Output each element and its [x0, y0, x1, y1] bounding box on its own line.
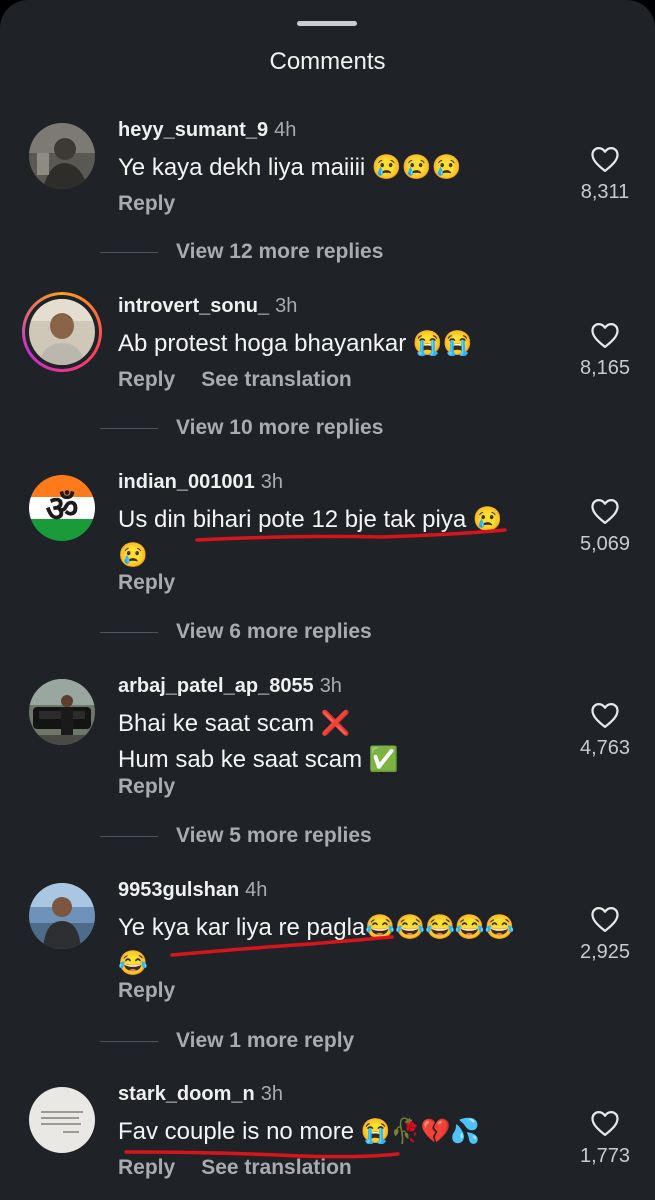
timestamp: 4h — [274, 119, 297, 141]
see-translation-button[interactable]: See translation — [201, 368, 352, 391]
comment-actions: Reply — [118, 192, 175, 216]
timestamp: 3h — [319, 675, 342, 697]
replies-divider — [100, 632, 158, 633]
view-replies-label[interactable]: View 1 more reply — [176, 1029, 354, 1053]
username[interactable]: 9953gulshan — [118, 879, 239, 901]
heart-outline-icon — [591, 323, 619, 348]
like-count: 4,763 — [579, 737, 631, 759]
avatar[interactable] — [29, 679, 95, 745]
comment-meta: 9953gulshan 4h — [118, 879, 267, 902]
username[interactable]: arbaj_patel_ap_8055 — [118, 675, 314, 697]
reply-button[interactable]: Reply — [118, 775, 175, 798]
like-button[interactable]: 4,763 — [575, 701, 635, 760]
see-translation-button[interactable]: See translation — [201, 1156, 352, 1179]
timestamp: 4h — [245, 879, 268, 901]
view-replies-label[interactable]: View 10 more replies — [176, 416, 383, 440]
heart-outline-icon — [591, 1111, 619, 1136]
username[interactable]: stark_doom_n — [118, 1083, 255, 1105]
username[interactable]: heyy_sumant_9 — [118, 119, 268, 141]
reply-button[interactable]: Reply — [118, 571, 175, 594]
reply-button[interactable]: Reply — [118, 1156, 175, 1179]
comment-actions: Reply See translation — [118, 1156, 352, 1180]
view-replies-label[interactable]: View 6 more replies — [176, 620, 372, 644]
avatar[interactable] — [29, 1087, 95, 1153]
replies-divider — [100, 252, 158, 253]
comment-text: Ye kya kar liya re pagla😂😂😂😂😂 😂 — [118, 914, 515, 977]
like-button[interactable]: 5,069 — [575, 497, 635, 556]
heart-outline-icon — [591, 499, 619, 524]
drag-handle[interactable] — [297, 21, 357, 26]
replies-divider — [100, 836, 158, 837]
heart-outline-icon — [591, 907, 619, 932]
like-button[interactable]: 1,773 — [575, 1109, 635, 1168]
avatar[interactable] — [29, 123, 95, 189]
username[interactable]: indian_001001 — [118, 471, 255, 493]
view-replies-label[interactable]: View 5 more replies — [176, 824, 372, 848]
comment-meta: indian_001001 3h — [118, 471, 283, 494]
comments-sheet: Comments heyy_sumant_9 4h Ye kaya dekh li… — [0, 0, 655, 1200]
replies-divider — [100, 1041, 158, 1042]
comment-actions: Reply — [118, 979, 175, 1003]
comment-meta: introvert_sonu_ 3h — [118, 295, 297, 318]
like-count: 2,925 — [579, 941, 631, 963]
comments-title: Comments — [269, 48, 386, 75]
comment-meta: stark_doom_n 3h — [118, 1083, 283, 1106]
like-count: 8,165 — [579, 357, 631, 379]
reply-button[interactable]: Reply — [118, 368, 175, 391]
timestamp: 3h — [260, 471, 283, 493]
comment-text: Bhai ke saat scam ❌ Hum sab ke saat scam… — [118, 710, 399, 773]
avatar[interactable]: ॐ — [29, 475, 95, 541]
reply-button[interactable]: Reply — [118, 192, 175, 215]
like-button[interactable]: 8,311 — [575, 145, 635, 204]
replies-divider — [100, 428, 158, 429]
timestamp: 3h — [260, 1083, 283, 1105]
reply-button[interactable]: Reply — [118, 979, 175, 1002]
comment-actions: Reply — [118, 571, 175, 595]
avatar[interactable] — [29, 299, 95, 365]
like-button[interactable]: 8,165 — [575, 321, 635, 380]
comment-meta: arbaj_patel_ap_8055 3h — [118, 675, 342, 698]
like-count: 8,311 — [580, 181, 630, 203]
heart-outline-icon — [591, 703, 619, 728]
avatar[interactable] — [29, 883, 95, 949]
like-count: 1,773 — [579, 1145, 631, 1167]
comment-text: Ye kaya dekh liya maiiii 😢😢😢 — [118, 154, 462, 181]
like-button[interactable]: 2,925 — [575, 905, 635, 964]
username[interactable]: introvert_sonu_ — [118, 295, 269, 317]
timestamp: 3h — [275, 295, 298, 317]
comment-meta: heyy_sumant_9 4h — [118, 119, 296, 142]
comment-text: Ab protest hoga bhayankar 😭😭 — [118, 330, 473, 357]
view-replies-label[interactable]: View 12 more replies — [176, 240, 383, 264]
om-symbol: ॐ — [46, 489, 79, 530]
comment-text: Us din bihari pote 12 bje tak piya 😢 😢 — [118, 506, 503, 569]
like-count: 5,069 — [579, 533, 631, 555]
comment-actions: Reply — [118, 775, 175, 799]
comment-text: Fav couple is no more 😭🥀💔💦 — [118, 1118, 481, 1145]
comment-actions: Reply See translation — [118, 368, 352, 392]
heart-outline-icon — [591, 147, 619, 172]
